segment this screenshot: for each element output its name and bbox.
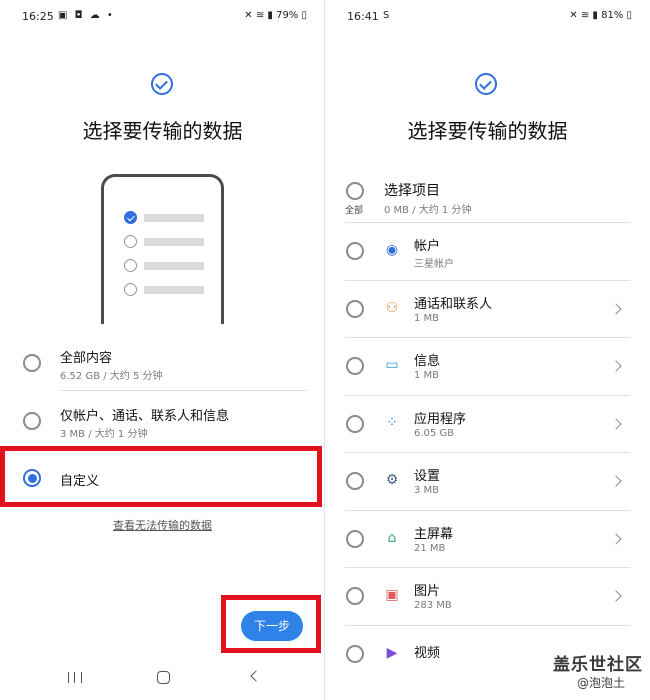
data-item-row[interactable]: ◉ 帐户三星帐户 (325, 222, 650, 279)
check-circle-icon (151, 73, 173, 95)
account-icon: ◉ (385, 242, 399, 258)
recent-apps-icon[interactable] (68, 672, 82, 683)
data-item-row[interactable]: ⚇ 通话和联系人 1 MB (325, 280, 650, 337)
item-subtitle: 1 MB (414, 312, 440, 324)
empty-dot-icon (124, 259, 137, 272)
illustration-row (124, 235, 206, 248)
chevron-right-icon[interactable] (610, 532, 622, 545)
data-item-row[interactable]: ⌂ 主屏幕 21 MB (325, 510, 650, 567)
back-icon[interactable] (250, 670, 262, 682)
select-all-title: 选择项目 (384, 183, 440, 199)
placeholder-bar (144, 286, 204, 294)
placeholder-bar (144, 262, 204, 270)
highlight-box (0, 446, 322, 507)
empty-dot-icon (124, 283, 137, 296)
item-checkbox[interactable] (346, 414, 364, 433)
status-time: 16:41 (347, 10, 379, 23)
notification-icons: S (383, 10, 392, 21)
select-all-checkbox[interactable] (346, 182, 364, 200)
page-title: 选择要传输的数据 (82, 119, 243, 143)
item-checkbox[interactable] (346, 299, 364, 318)
status-time: 16:25 (22, 10, 54, 23)
apps-icon: ⁘ (386, 414, 398, 431)
image-icon: ▣ (385, 587, 399, 603)
contact-icon: ⚇ (385, 299, 399, 316)
item-checkbox[interactable] (346, 357, 364, 375)
status-bar: 16:41 S ✕ ≋ ▮ 81% ▯ (325, 10, 650, 28)
item-subtitle: 三星帐户 (414, 259, 454, 270)
data-item-row[interactable]: ▭ 信息 1 MB (325, 337, 650, 394)
message-icon: ▭ (385, 357, 399, 373)
empty-dot-icon (124, 235, 137, 248)
chevron-right-icon[interactable] (610, 360, 622, 372)
item-title: 通话和联系人 (414, 296, 493, 312)
radio-button[interactable] (23, 354, 41, 372)
right-screen: 16:41 S ✕ ≋ ▮ 81% ▯ 选择要传输的数据 选择项目 0 MB /… (325, 0, 650, 700)
item-subtitle: 21 MB (414, 542, 446, 554)
item-subtitle: 1 MB (414, 370, 440, 381)
item-subtitle: 3 MB (414, 485, 440, 496)
item-title: 视频 (414, 645, 441, 661)
data-item-row[interactable]: ⁘ 应用程序 6.05 GB (325, 395, 650, 452)
next-button[interactable]: 下一步 (241, 611, 303, 641)
phone-illustration (101, 174, 224, 324)
item-checkbox[interactable] (346, 242, 364, 260)
home-icon[interactable] (157, 671, 170, 684)
chevron-right-icon[interactable] (610, 302, 622, 315)
illustration-row (124, 283, 206, 296)
item-checkbox[interactable] (346, 587, 364, 605)
home-icon: ⌂ (387, 529, 397, 546)
gear-icon: ⚙ (385, 472, 399, 488)
item-checkbox[interactable] (346, 529, 364, 548)
left-screen: 16:25 ▣ ◘ ☁ • ✕ ≋ ▮ 79% ▯ 选择要传输的数据 全部内容 … (0, 0, 325, 700)
check-circle-icon (475, 73, 497, 95)
watermark-author: @泡泡土 (577, 676, 626, 690)
placeholder-bar (144, 214, 204, 222)
item-title: 设置 (414, 469, 441, 484)
item-title: 应用程序 (414, 411, 467, 427)
video-icon: ▶ (386, 644, 398, 661)
view-untransferable-link[interactable]: 查看无法传输的数据 (0, 517, 325, 533)
checked-dot-icon (124, 211, 137, 224)
watermark-title: 盖乐世社区 (553, 655, 643, 675)
option-title: 全部内容 (60, 351, 113, 366)
item-title: 帐户 (414, 239, 441, 254)
select-all-subtitle: 0 MB / 大约 1 分钟 (384, 205, 472, 216)
illustration-row (124, 211, 206, 224)
item-title: 图片 (414, 584, 441, 599)
page-title: 选择要传输的数据 (407, 119, 568, 143)
option-all-content[interactable]: 全部内容 6.52 GB / 大约 5 分钟 (0, 342, 325, 397)
chevron-right-icon[interactable] (610, 475, 622, 487)
placeholder-bar (144, 238, 204, 246)
notification-icons: ▣ ◘ ☁ • (58, 10, 115, 21)
item-title: 主屏幕 (414, 526, 454, 542)
status-bar: 16:25 ▣ ◘ ☁ • ✕ ≋ ▮ 79% ▯ (0, 10, 325, 28)
radio-button[interactable] (23, 412, 41, 430)
option-title: 仅帐户、通话、联系人和信息 (60, 409, 230, 424)
navigation-bar (0, 668, 325, 688)
item-checkbox[interactable] (346, 472, 364, 490)
chevron-right-icon[interactable] (610, 417, 622, 430)
data-item-row[interactable]: ⚙ 设置 3 MB (325, 452, 650, 509)
data-item-row[interactable]: ▣ 图片 283 MB (325, 567, 650, 624)
option-subtitle: 6.52 GB / 大约 5 分钟 (60, 371, 163, 382)
item-subtitle: 283 MB (414, 600, 452, 611)
chevron-right-icon[interactable] (610, 590, 622, 602)
illustration-row (124, 259, 206, 272)
item-title: 信息 (414, 354, 441, 369)
select-all-label: 全部 (345, 206, 364, 216)
option-subtitle: 3 MB / 大约 1 分钟 (60, 429, 148, 440)
item-checkbox[interactable] (346, 644, 364, 663)
divider (60, 390, 307, 391)
item-subtitle: 6.05 GB (414, 427, 455, 439)
system-icons: ✕ ≋ ▮ 81% ▯ (569, 10, 632, 21)
system-icons: ✕ ≋ ▮ 79% ▯ (244, 10, 307, 21)
